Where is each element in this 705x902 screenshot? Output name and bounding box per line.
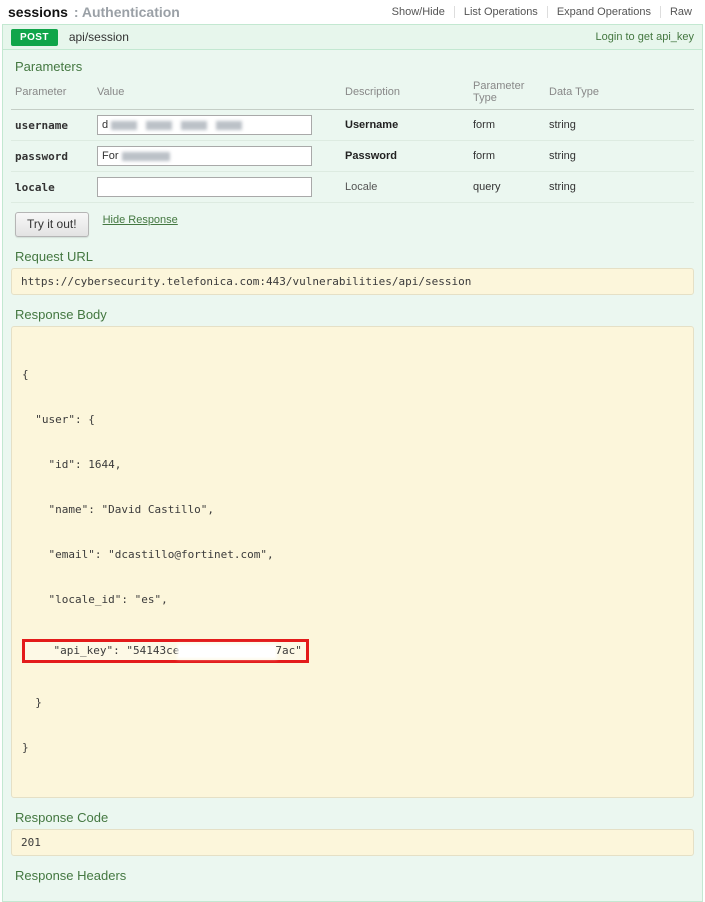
api-key-indent [27,644,54,657]
col-data-type: Data Type [545,78,694,110]
response-body: { "user": { "id": 1644, "name": "David C… [11,326,694,798]
response-body-line: } [22,695,683,710]
parameter-data-type: string [545,141,694,172]
response-body-line-api-key: "api_key": "54143ce 7ac" [22,637,683,665]
http-method-badge: POST [11,29,58,46]
response-body-line: "name": "David Castillo", [22,502,683,517]
parameter-row-locale: locale Locale query string [11,172,694,203]
parameter-data-type: string [545,110,694,141]
response-body-line: { [22,367,683,382]
endpoint-header[interactable]: POST api/session Login to get api_key [2,24,703,50]
col-parameter: Parameter [11,78,93,110]
raw-link[interactable]: Raw [660,6,701,18]
hide-response-link[interactable]: Hide Response [103,214,178,226]
endpoint-path[interactable]: api/session [69,30,129,44]
password-value: For [102,150,119,162]
parameter-row-username: username d Username form string [11,110,694,141]
resource-header: sessions : Authentication Show/Hide List… [0,0,705,24]
response-body-line: "id": 1644, [22,457,683,472]
parameter-description: Locale [341,172,469,203]
resource-description: : Authentication [74,4,180,20]
response-headers-heading: Response Headers [15,868,694,883]
parameter-type: query [469,172,545,203]
resource-actions: Show/Hide List Operations Expand Operati… [383,6,701,18]
username-input[interactable]: d [97,115,312,135]
operation-content: Parameters Parameter Value Description P… [2,50,703,902]
response-body-line: "email": "dcastillo@fortinet.com", [22,547,683,562]
parameter-data-type: string [545,172,694,203]
response-body-line: } [22,740,683,755]
col-parameter-type: Parameter Type [469,78,545,110]
redacted-username-value [111,121,251,130]
api-key-suffix: 7ac" [275,644,302,657]
locale-input[interactable] [97,177,312,197]
parameter-description: Username [341,110,469,141]
parameter-row-password: password For Password form string [11,141,694,172]
login-api-key-link[interactable]: Login to get api_key [596,31,694,43]
col-value: Value [93,78,341,110]
resource-name: sessions [8,4,68,20]
api-key-highlight-box: "api_key": "54143ce 7ac" [22,639,309,663]
response-code-value: 201 [11,829,694,856]
col-description: Description [341,78,469,110]
submit-row: Try it out! Hide Response [11,212,694,237]
parameters-header-row: Parameter Value Description Parameter Ty… [11,78,694,110]
redacted-password-value [122,152,170,161]
redacted-api-key-value [179,646,275,657]
response-code-heading: Response Code [15,810,694,825]
request-url-heading: Request URL [15,249,694,264]
request-url-value: https://cybersecurity.telefonica.com:443… [11,268,694,295]
password-input[interactable]: For [97,146,312,166]
try-it-out-button[interactable]: Try it out! [15,212,89,237]
parameter-name: password [11,141,93,172]
parameters-heading: Parameters [15,59,694,74]
expand-operations-link[interactable]: Expand Operations [547,6,660,18]
operation-block: POST api/session Login to get api_key Pa… [2,24,703,902]
response-body-heading: Response Body [15,307,694,322]
username-value: d [102,119,108,131]
response-body-line: "user": { [22,412,683,427]
parameter-description: Password [341,141,469,172]
response-body-line: "locale_id": "es", [22,592,683,607]
parameter-name: locale [11,172,93,203]
show-hide-link[interactable]: Show/Hide [383,6,454,18]
parameter-name: username [11,110,93,141]
api-key-prefix: "api_key": "54143ce [54,644,180,657]
parameters-table: Parameter Value Description Parameter Ty… [11,78,694,203]
list-operations-link[interactable]: List Operations [454,6,547,18]
parameter-type: form [469,141,545,172]
page-title: sessions : Authentication [8,4,180,20]
parameter-type: form [469,110,545,141]
